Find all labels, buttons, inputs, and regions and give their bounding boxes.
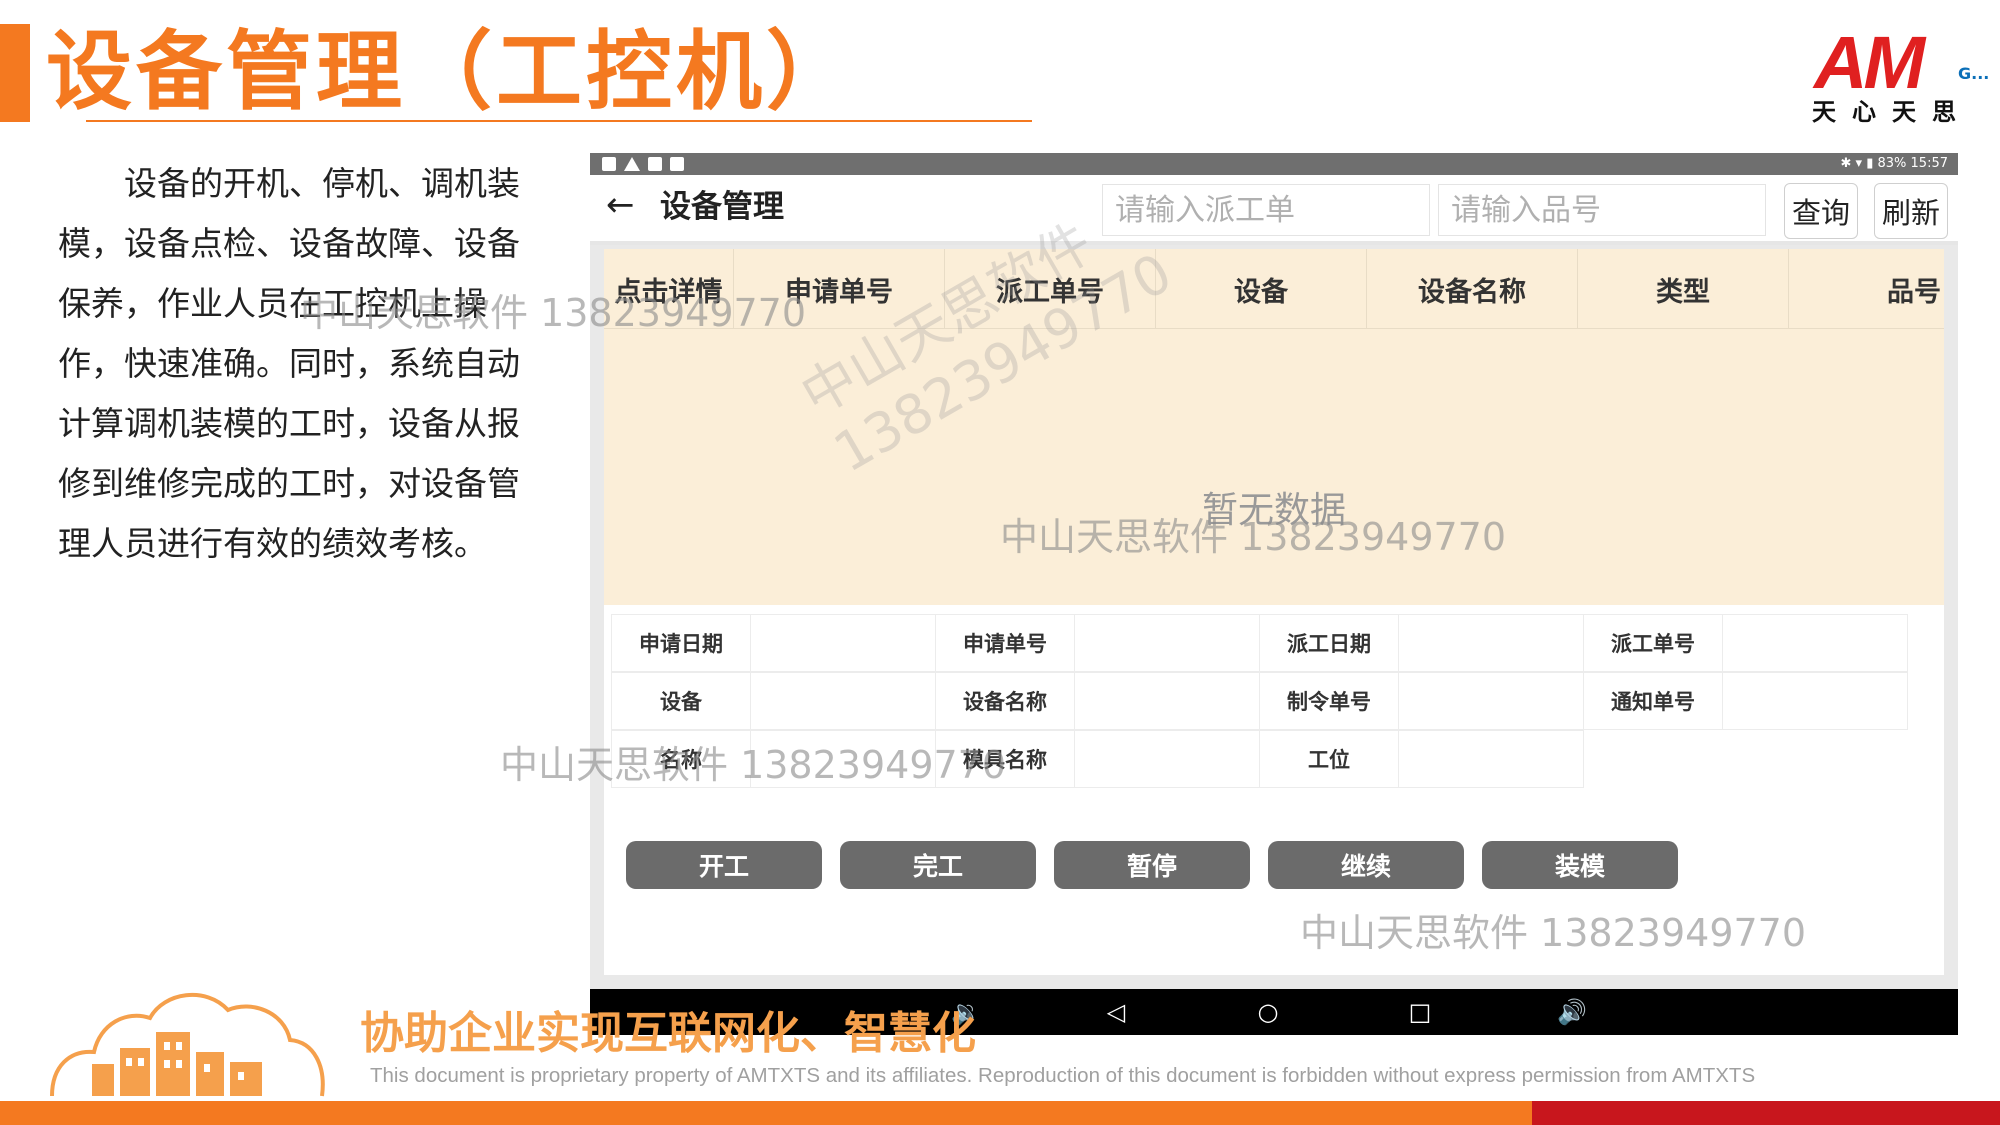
logo-letters: AM <box>1814 21 1925 104</box>
logo-suffix: G... <box>1958 64 1990 83</box>
company-logo: AM G... 天心天思 <box>1806 21 1990 127</box>
detail-row: 名称 模具名称 工位 <box>611 730 1918 789</box>
detail-label: 派工单号 <box>1583 614 1723 672</box>
detail-value <box>750 614 936 672</box>
detail-value <box>1074 672 1260 730</box>
footer-bar <box>0 1101 1532 1125</box>
detail-label: 名称 <box>611 730 751 788</box>
logo-chinese-name: 天心天思 <box>1812 98 1972 126</box>
detail-value <box>750 672 936 730</box>
dispatch-order-input[interactable] <box>1102 184 1430 236</box>
action-buttons: 开工 完工 暂停 继续 装模 <box>626 841 1678 889</box>
recent-apps-icon[interactable]: □ <box>1400 989 1440 1035</box>
status-system-info: ✱ ▾ ▮ 83% 15:57 <box>1840 156 1948 171</box>
footer-bar-accent <box>1532 1101 2000 1125</box>
item-number-input[interactable] <box>1438 184 1766 236</box>
detail-value <box>1398 614 1584 672</box>
start-work-button[interactable]: 开工 <box>626 841 822 889</box>
detail-value <box>1074 614 1260 672</box>
refresh-button[interactable]: 刷新 <box>1874 183 1948 239</box>
volume-up-icon[interactable]: 🔊 <box>1552 989 1592 1035</box>
detail-label: 申请单号 <box>935 614 1075 672</box>
back-nav-icon[interactable]: ◁ <box>1096 989 1136 1035</box>
table-header: 点击详情 申请单号 派工单号 设备 设备名称 类型 品号 <box>604 249 1944 329</box>
equipment-table: 点击详情 申请单号 派工单号 设备 设备名称 类型 品号 暂无数据 <box>604 249 1944 605</box>
detail-value <box>1398 672 1584 730</box>
tablet-screen: ✱ ▾ ▮ 83% 15:57 ← 设备管理 查询 刷新 点击详情 申请单号 派… <box>590 153 1958 1035</box>
detail-value <box>1398 730 1584 788</box>
footer-disclaimer: This document is proprietary property of… <box>370 1064 1756 1087</box>
detail-row: 设备 设备名称 制令单号 通知单号 <box>611 672 1918 731</box>
slide-description: 设备的开机、停机、调机装模，设备点检、设备故障、设备保养，作业人员在工控机上操作… <box>58 164 520 563</box>
app-content: 点击详情 申请单号 派工单号 设备 设备名称 类型 品号 暂无数据 申请日期 申… <box>604 249 1944 975</box>
column-header-item-no[interactable]: 品号 <box>1789 249 1944 329</box>
footer-slogan: 协助企业实现互联网化、智慧化 <box>360 1008 976 1059</box>
detail-value <box>1074 730 1260 788</box>
column-header-application-no[interactable]: 申请单号 <box>734 249 945 329</box>
app-header: ← 设备管理 查询 刷新 <box>590 175 1958 245</box>
detail-label: 派工日期 <box>1259 614 1399 672</box>
column-header-type[interactable]: 类型 <box>1578 249 1789 329</box>
notification-icon <box>648 157 662 171</box>
app-title: 设备管理 <box>660 189 784 225</box>
resume-button[interactable]: 继续 <box>1268 841 1464 889</box>
column-header-equipment[interactable]: 设备 <box>1156 249 1367 329</box>
query-button[interactable]: 查询 <box>1784 183 1858 239</box>
detail-label: 制令单号 <box>1259 672 1399 730</box>
detail-label: 申请日期 <box>611 614 751 672</box>
detail-label: 模具名称 <box>935 730 1075 788</box>
status-notification-icons <box>602 157 684 171</box>
cloud-city-icon <box>50 992 325 1097</box>
warning-icon <box>624 157 640 171</box>
home-nav-icon[interactable]: ○ <box>1248 989 1288 1035</box>
detail-value <box>1722 672 1908 730</box>
notification-icon <box>670 157 684 171</box>
detail-value <box>1722 614 1908 672</box>
detail-value <box>750 730 936 788</box>
slide-title: 设备管理（工控机） <box>46 22 856 122</box>
mount-mold-button[interactable]: 装模 <box>1482 841 1678 889</box>
detail-label: 设备 <box>611 672 751 730</box>
column-header-dispatch-no[interactable]: 派工单号 <box>945 249 1156 329</box>
column-header-equipment-name[interactable]: 设备名称 <box>1367 249 1578 329</box>
back-arrow-icon[interactable]: ← <box>606 187 642 223</box>
table-empty-message: 暂无数据 <box>1201 490 1346 531</box>
detail-label: 工位 <box>1259 730 1399 788</box>
detail-label: 设备名称 <box>935 672 1075 730</box>
column-header-details[interactable]: 点击详情 <box>604 249 734 329</box>
finish-work-button[interactable]: 完工 <box>840 841 1036 889</box>
pause-button[interactable]: 暂停 <box>1054 841 1250 889</box>
title-underline <box>86 120 1032 122</box>
detail-row: 申请日期 申请单号 派工日期 派工单号 <box>611 614 1918 673</box>
detail-label: 通知单号 <box>1583 672 1723 730</box>
android-status-bar: ✱ ▾ ▮ 83% 15:57 <box>590 153 1958 175</box>
title-accent-bar <box>0 24 30 122</box>
detail-form: 申请日期 申请单号 派工日期 派工单号 设备 设备名称 制令单号 通知单号 名称… <box>611 614 1918 789</box>
image-notification-icon <box>602 157 616 171</box>
